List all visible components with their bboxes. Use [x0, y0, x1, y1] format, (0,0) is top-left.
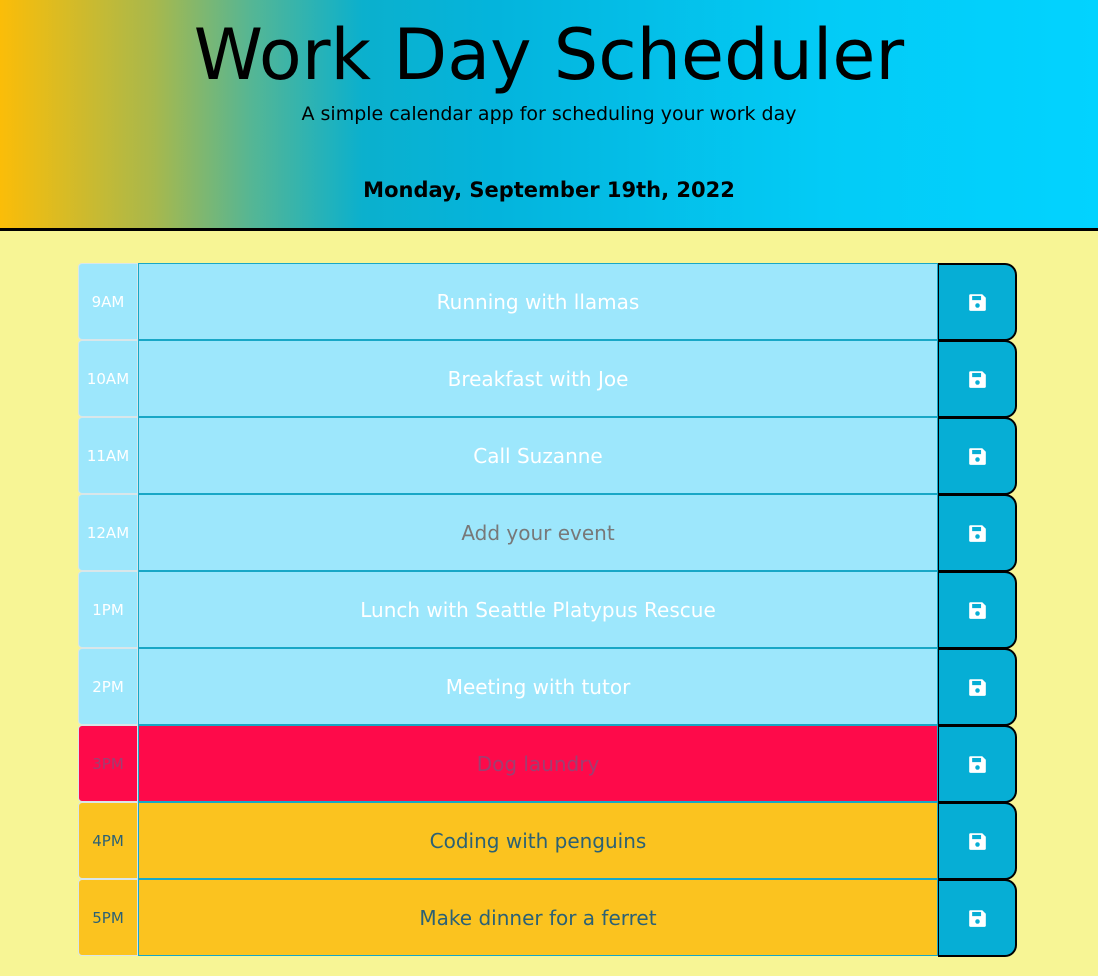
event-input[interactable]: Running with llamas	[138, 263, 938, 340]
save-button[interactable]	[938, 879, 1017, 957]
save-button[interactable]	[938, 494, 1017, 572]
timeblock-row: 12AM Add your event	[78, 494, 1018, 572]
timeblock-row: 4PM Coding with penguins	[78, 802, 1018, 880]
timeblock-row: 3PM Dog laundry	[78, 725, 1018, 803]
event-input[interactable]: Dog laundry	[138, 725, 938, 802]
floppy-disk-icon	[968, 601, 987, 620]
floppy-disk-icon	[968, 755, 987, 774]
floppy-disk-icon	[968, 524, 987, 543]
timeblock-row: 11AM Call Suzanne	[78, 417, 1018, 495]
save-button[interactable]	[938, 571, 1017, 649]
hour-label: 4PM	[78, 802, 138, 879]
timeblock-row: 2PM Meeting with tutor	[78, 648, 1018, 726]
event-input[interactable]: Meeting with tutor	[138, 648, 938, 725]
save-button[interactable]	[938, 263, 1017, 341]
event-input[interactable]: Make dinner for a ferret	[138, 879, 938, 956]
hour-label: 9AM	[78, 263, 138, 340]
header-jumbotron: Work Day Scheduler A simple calendar app…	[0, 0, 1098, 231]
save-button[interactable]	[938, 340, 1017, 418]
timeblock-row: 9AM Running with llamas	[78, 263, 1018, 341]
event-input[interactable]: Add your event	[138, 494, 938, 571]
save-button[interactable]	[938, 802, 1017, 880]
floppy-disk-icon	[968, 909, 987, 928]
event-input[interactable]: Coding with penguins	[138, 802, 938, 879]
timeblock-row: 10AM Breakfast with Joe	[78, 340, 1018, 418]
hour-label: 3PM	[78, 725, 138, 802]
timeblock-container: 9AM Running with llamas 10AM Breakfast w…	[78, 263, 1018, 957]
hour-label: 10AM	[78, 340, 138, 417]
event-input[interactable]: Breakfast with Joe	[138, 340, 938, 417]
hour-label: 12AM	[78, 494, 138, 571]
hour-label: 11AM	[78, 417, 138, 494]
timeblock-row: 5PM Make dinner for a ferret	[78, 879, 1018, 957]
hour-label: 1PM	[78, 571, 138, 648]
event-input[interactable]: Call Suzanne	[138, 417, 938, 494]
page-title: Work Day Scheduler	[193, 14, 905, 96]
event-input[interactable]: Lunch with Seattle Platypus Rescue	[138, 571, 938, 648]
floppy-disk-icon	[968, 832, 987, 851]
floppy-disk-icon	[968, 370, 987, 389]
hour-label: 2PM	[78, 648, 138, 725]
floppy-disk-icon	[968, 678, 987, 697]
floppy-disk-icon	[968, 447, 987, 466]
save-button[interactable]	[938, 648, 1017, 726]
floppy-disk-icon	[968, 293, 987, 312]
current-day: Monday, September 19th, 2022	[363, 178, 735, 202]
save-button[interactable]	[938, 725, 1017, 803]
timeblock-row: 1PM Lunch with Seattle Platypus Rescue	[78, 571, 1018, 649]
page-subtitle: A simple calendar app for scheduling you…	[301, 103, 797, 125]
save-button[interactable]	[938, 417, 1017, 495]
hour-label: 5PM	[78, 879, 138, 956]
